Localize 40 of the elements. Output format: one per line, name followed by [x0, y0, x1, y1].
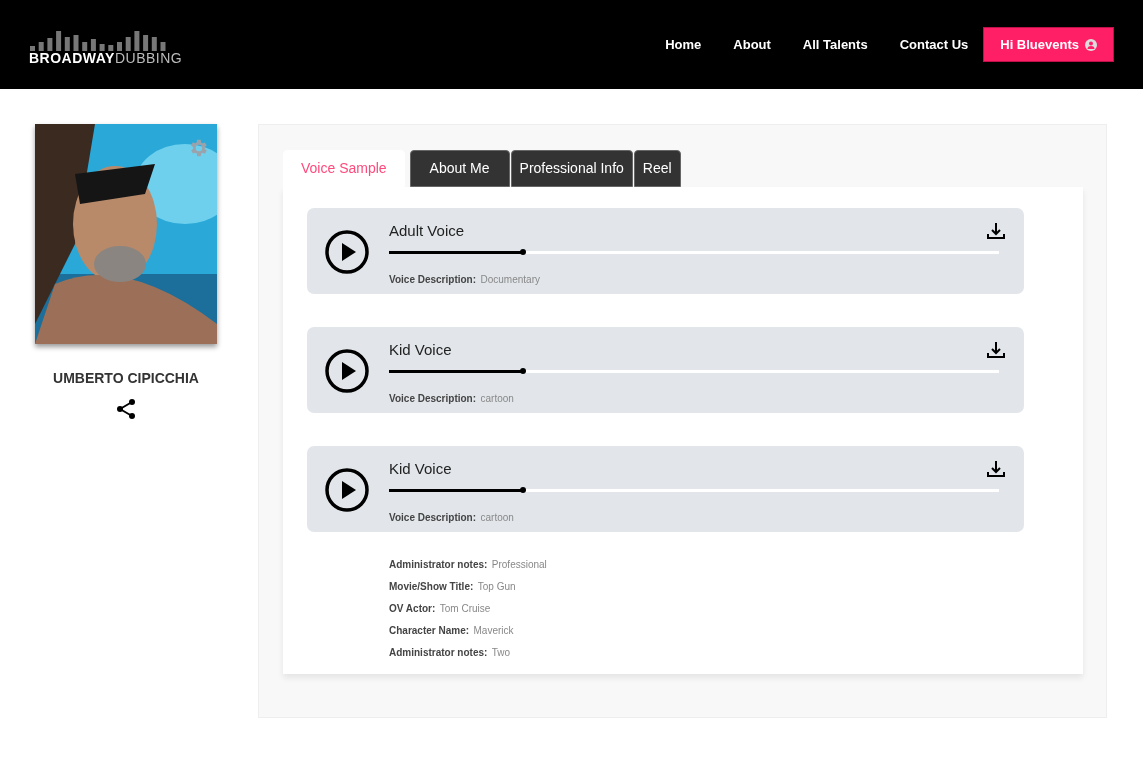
sample-title: Kid Voice — [389, 340, 452, 360]
description-value: Documentary — [480, 273, 540, 285]
play-icon[interactable] — [325, 230, 369, 274]
download-icon[interactable] — [986, 340, 1006, 360]
note-value: Professional — [491, 559, 547, 570]
description-label: Voice Description: — [389, 511, 477, 523]
tab[interactable]: Reel — [633, 150, 681, 187]
note-label: Administrator notes: — [389, 647, 488, 658]
tab[interactable]: About Me — [409, 150, 510, 187]
note-label: Movie/Show Title: — [389, 581, 474, 592]
note-value: Top Gun — [477, 581, 516, 592]
sample-title: Adult Voice — [389, 221, 465, 241]
play-icon[interactable] — [325, 468, 369, 512]
play-icon[interactable] — [325, 349, 369, 393]
note-label: OV Actor: — [389, 603, 436, 614]
tab[interactable]: Professional Info — [510, 150, 633, 187]
download-icon[interactable] — [986, 459, 1006, 479]
talent-name: UMBERTO CIPICCHIA — [53, 369, 199, 388]
nav-link[interactable]: Home — [665, 34, 702, 55]
note-label: Administrator notes: — [389, 559, 488, 570]
user-icon — [1085, 38, 1097, 51]
user-menu-button[interactable]: Hi Bluevents — [983, 26, 1114, 63]
note-value: Maverick — [473, 625, 514, 636]
download-icon[interactable] — [986, 221, 1006, 241]
note-value: Tom Cruise — [439, 603, 491, 614]
description-value: cartoon — [480, 511, 514, 523]
description-label: Voice Description: — [389, 392, 477, 404]
slider-thumb[interactable] — [520, 248, 527, 255]
logo[interactable]: BROADWAYDUBBING — [29, 50, 183, 65]
share-icon[interactable] — [114, 397, 138, 421]
nav-link[interactable]: About — [733, 34, 771, 55]
description-label: Voice Description: — [389, 273, 477, 285]
nav-link[interactable]: Contact Us — [899, 34, 969, 55]
slider-thumb[interactable] — [520, 367, 527, 374]
nav-link[interactable]: All Talents — [802, 34, 868, 55]
note-label: Character Name: — [389, 625, 470, 636]
slider-thumb[interactable] — [520, 486, 527, 493]
description-value: cartoon — [480, 392, 514, 404]
sample-title: Kid Voice — [389, 459, 452, 479]
note-value: Two — [491, 647, 511, 658]
